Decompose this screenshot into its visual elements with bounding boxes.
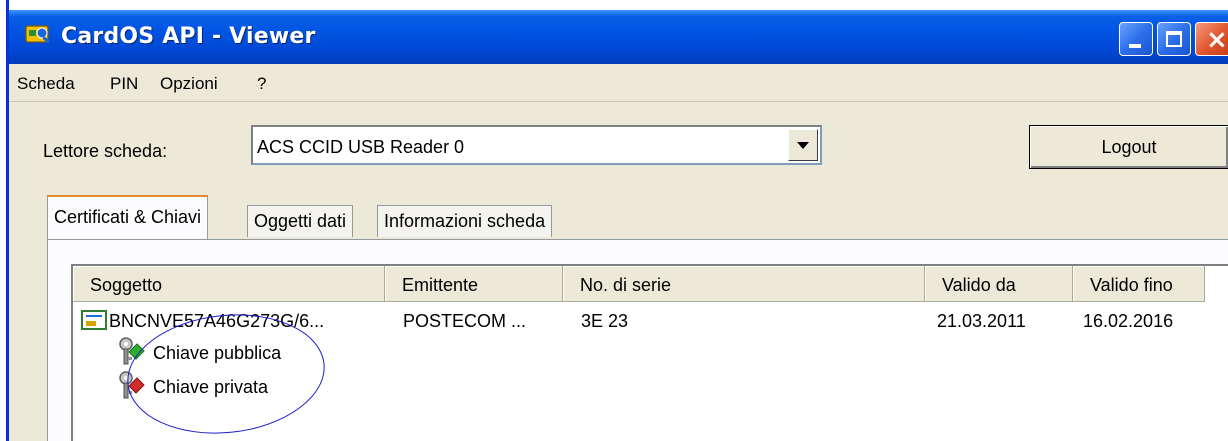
menu-pin[interactable]: PIN [110,74,138,94]
cell-issuer: POSTECOM ... [403,311,527,331]
maximize-icon [1166,31,1182,47]
column-header-valido-fino[interactable]: Valido fino [1073,266,1205,302]
public-key-label: Chiave pubblica [153,343,282,363]
close-icon: × [1206,25,1228,55]
menu-help[interactable]: ? [257,74,266,94]
menu-bar: Scheda PIN Opzioni ? [9,64,1228,102]
certificate-list[interactable]: Soggetto Emittente No. di serie Valido d… [71,264,1228,441]
cell-subject: BNCNVE57A46G273G/6... [109,311,325,331]
minimize-button[interactable] [1119,22,1153,56]
cell-serial: 3E 23 [581,311,629,331]
column-header-soggetto[interactable]: Soggetto [73,266,385,302]
tab-oggetti-dati[interactable]: Oggetti dati [247,205,354,237]
card-reader-icon [25,25,50,44]
certificate-icon [81,310,107,330]
menu-opzioni[interactable]: Opzioni [160,74,218,94]
window-title: CardOS API - Viewer [61,24,316,49]
logout-button[interactable]: Logout [1029,125,1228,169]
title-bar[interactable]: CardOS API - Viewer × [9,0,1228,64]
close-button[interactable]: × [1195,22,1228,56]
private-key-label: Chiave privata [153,377,269,397]
column-header-no-di-serie[interactable]: No. di serie [563,266,925,302]
cell-valid-to: 16.02.2016 [1083,311,1174,331]
public-key-icon [119,337,145,365]
chevron-down-icon[interactable] [788,129,818,161]
maximize-button[interactable] [1157,22,1191,56]
column-header-emittente[interactable]: Emittente [385,266,563,302]
column-header-valido-da[interactable]: Valido da [925,266,1073,302]
reader-label: Lettore scheda: [43,141,168,161]
app-window: CardOS API - Viewer × Scheda PIN Opzioni… [6,0,1228,441]
private-key-icon [119,371,145,399]
minimize-icon [1129,44,1141,48]
tab-certificati-chiavi[interactable]: Certificati & Chiavi [47,195,209,239]
reader-select-value: ACS CCID USB Reader 0 [257,137,465,157]
tab-informazioni-scheda[interactable]: Informazioni scheda [377,205,553,237]
reader-select[interactable]: ACS CCID USB Reader 0 [251,125,822,165]
menu-scheda[interactable]: Scheda [17,74,75,94]
cell-valid-from: 21.03.2011 [937,311,1026,331]
